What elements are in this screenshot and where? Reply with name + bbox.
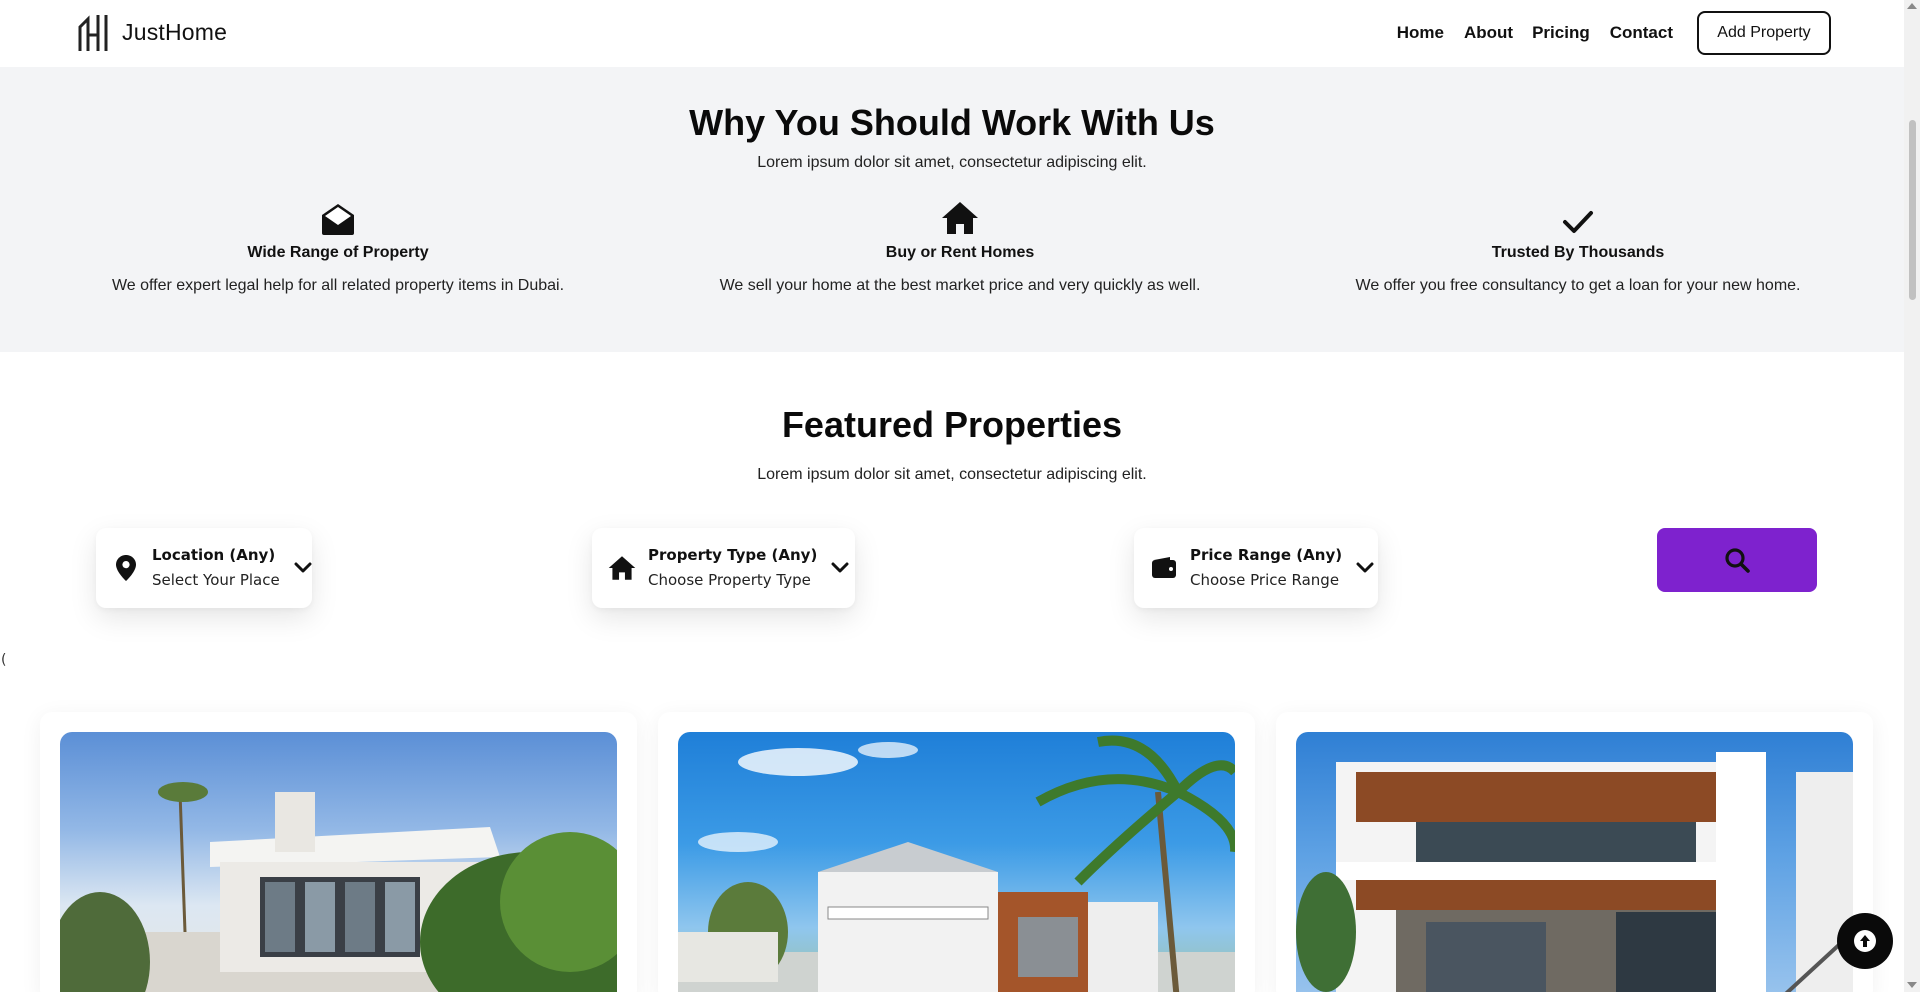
search-button[interactable] (1657, 528, 1817, 592)
main-nav: Home About Pricing Contact Add Property (1397, 11, 1831, 55)
logo[interactable]: JustHome (78, 11, 227, 53)
property-card[interactable] (658, 712, 1255, 992)
property-type-filter[interactable]: Property Type (Any) Choose Property Type (592, 528, 855, 608)
filter-label: Property Type (Any) (648, 546, 818, 564)
location-filter[interactable]: Location (Any) Select Your Place (96, 528, 312, 608)
chevron-down-icon (831, 562, 849, 573)
feature-title: Wide Range of Property (247, 244, 429, 261)
why-title: Why You Should Work With Us (689, 102, 1215, 143)
site-header: JustHome Home About Pricing Contact Add … (0, 0, 1904, 67)
brand-name: JustHome (122, 18, 228, 45)
search-icon (1725, 548, 1750, 573)
property-image[interactable] (678, 732, 1235, 992)
location-pin-icon (116, 555, 136, 581)
feature-wide-range: Wide Range of Property We offer expert l… (38, 195, 638, 295)
wallet-icon (1152, 557, 1176, 578)
feature-desc: We sell your home at the best market pri… (719, 277, 1201, 294)
chevron-down-icon (1356, 562, 1374, 573)
property-image-art (1296, 752, 1853, 992)
nav-contact[interactable]: Contact (1610, 23, 1673, 43)
feature-desc: We offer expert legal help for all relat… (111, 277, 565, 294)
chevron-down-icon (294, 562, 312, 573)
property-card[interactable] (1276, 712, 1873, 992)
stray-text: ( (1, 652, 7, 668)
feature-title: Buy or Rent Homes (885, 244, 1035, 261)
arrow-up-icon (1854, 930, 1876, 952)
property-card[interactable] (40, 712, 637, 992)
scroll-up-arrow-icon[interactable] (1907, 3, 1917, 9)
why-section: Why You Should Work With Us Lorem ipsum … (0, 67, 1904, 352)
why-subtitle: Lorem ipsum dolor sit amet, consectetur … (757, 154, 1147, 171)
price-range-filter[interactable]: Price Range (Any) Choose Price Range (1134, 528, 1378, 608)
scroll-top-button[interactable] (1837, 913, 1893, 969)
property-image-art (60, 782, 617, 992)
feature-trusted: Trusted By Thousands We offer you free c… (1278, 195, 1878, 295)
feature-desc: We offer you free consultancy to get a l… (1355, 277, 1801, 294)
house-icon (608, 556, 636, 580)
scrollbar-thumb[interactable] (1909, 120, 1916, 300)
nav-about[interactable]: About (1464, 23, 1513, 43)
house-icon (942, 202, 978, 234)
filter-label: Price Range (Any) (1190, 546, 1343, 564)
filter-label: Location (Any) (152, 546, 276, 564)
scroll-down-arrow-icon[interactable] (1907, 982, 1917, 988)
featured-title: Featured Properties (781, 404, 1123, 445)
feature-buy-rent: Buy or Rent Homes We sell your home at t… (660, 195, 1260, 295)
nav-home[interactable]: Home (1397, 23, 1444, 43)
property-image[interactable] (60, 732, 617, 992)
check-icon (1563, 211, 1593, 233)
filter-value: Choose Price Range (1190, 571, 1340, 589)
feature-title: Trusted By Thousands (1491, 244, 1665, 261)
property-image[interactable] (1296, 732, 1853, 992)
filter-value: Choose Property Type (648, 571, 811, 589)
property-image-art (678, 735, 1235, 992)
featured-subtitle: Lorem ipsum dolor sit amet, consectetur … (757, 466, 1147, 483)
add-property-button[interactable]: Add Property (1697, 11, 1831, 55)
envelope-open-icon (322, 204, 354, 235)
building-logo-icon (78, 15, 108, 51)
filter-value: Select Your Place (152, 571, 280, 589)
nav-pricing[interactable]: Pricing (1532, 23, 1590, 43)
